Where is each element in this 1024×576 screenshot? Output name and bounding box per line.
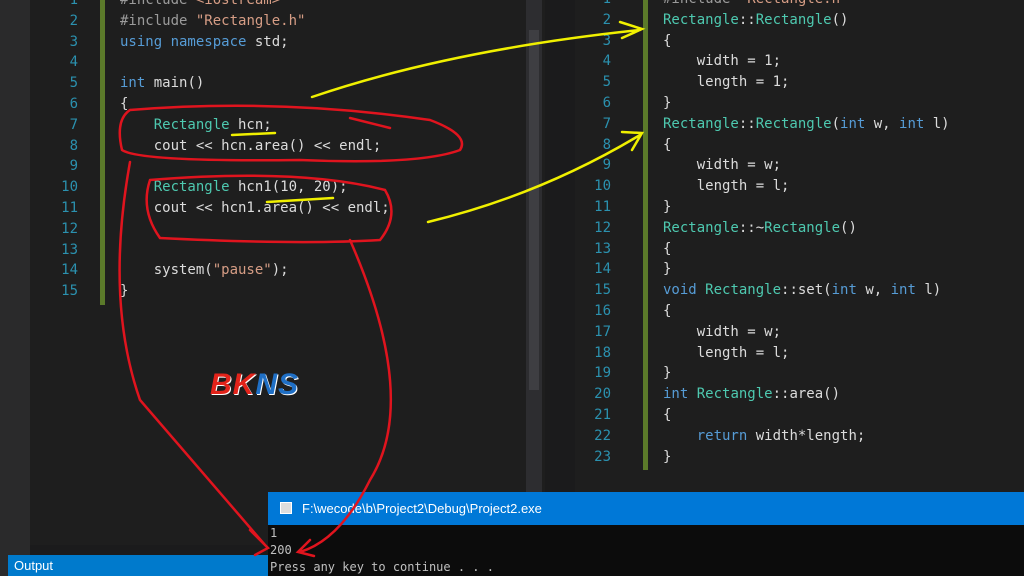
yellow-underline-2 [265,196,335,204]
yellow-arrow-1 [310,20,646,99]
red-arrow-1 [118,160,271,557]
red-ellipse-2 [145,174,393,244]
red-arrow-2 [295,238,393,558]
yellow-arrow-2 [426,130,645,224]
annotations [118,20,646,558]
red-ellipse-1 [118,104,464,163]
yellow-underline-1 [230,131,277,137]
